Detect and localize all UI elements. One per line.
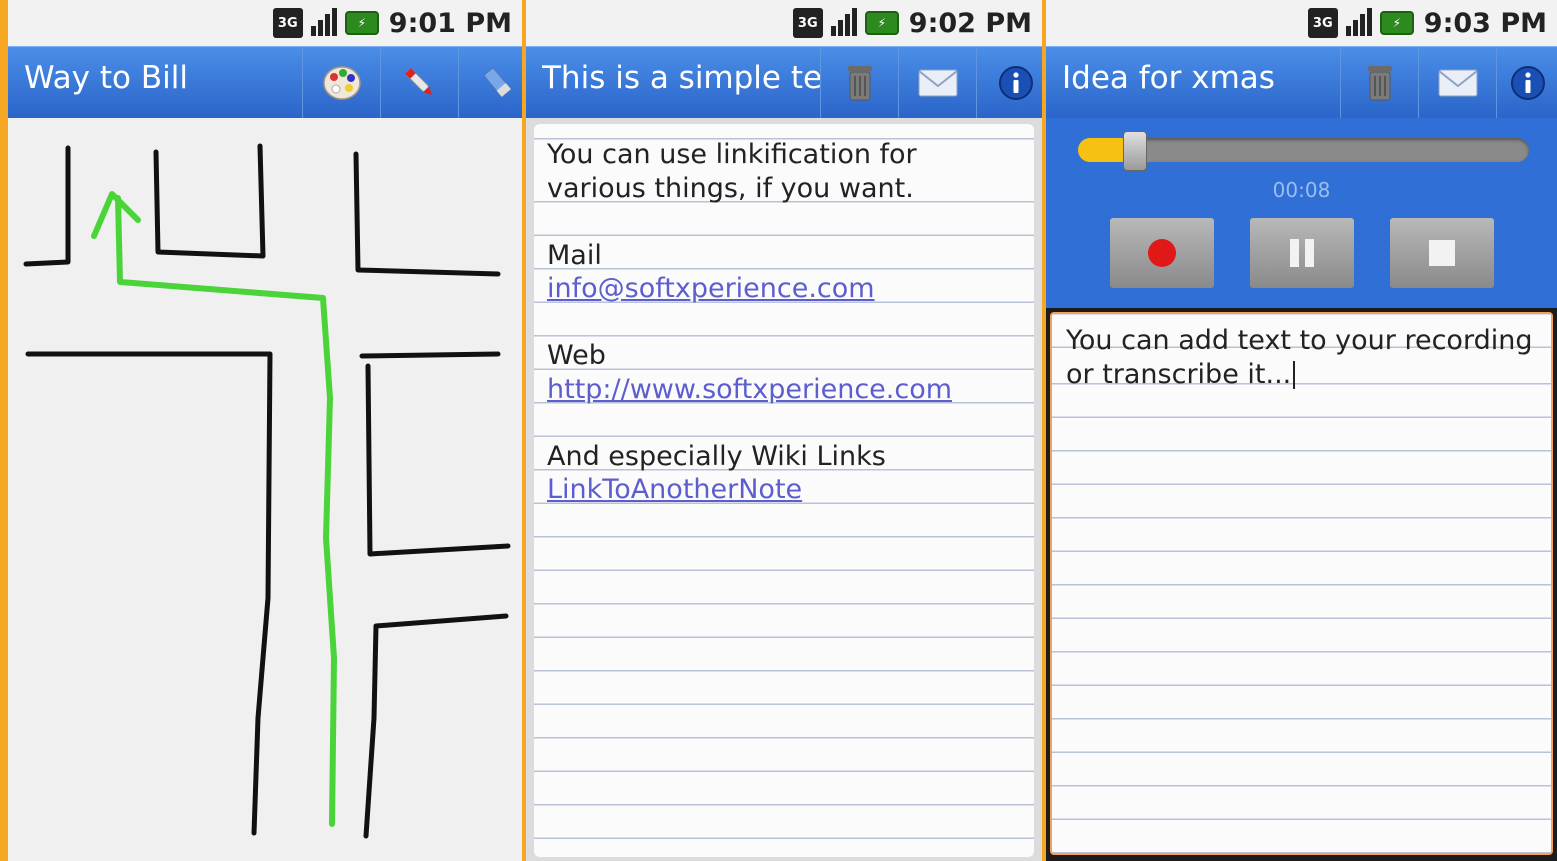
pen-icon bbox=[405, 68, 433, 96]
lined-paper[interactable]: You can use linkification for various th… bbox=[534, 124, 1034, 857]
clock: 9:03 PM bbox=[1423, 7, 1547, 39]
battery-icon: ⚡ bbox=[344, 11, 379, 35]
trash-icon bbox=[1368, 66, 1392, 101]
web-label: Web bbox=[547, 340, 606, 371]
transcription-text: You can add text to your recording or tr… bbox=[1066, 324, 1541, 391]
network-3g-icon: 3G bbox=[792, 8, 823, 38]
note-content: You can use linkification for various th… bbox=[526, 118, 1042, 861]
web-link[interactable]: http://www.softxperience.com bbox=[547, 373, 1024, 407]
note-title: This is a simple te bbox=[542, 60, 820, 96]
sketch-line bbox=[363, 613, 509, 839]
trash-icon bbox=[848, 66, 872, 101]
title-bar: Idea for xmas bbox=[1046, 46, 1557, 119]
palette-icon bbox=[323, 66, 361, 100]
recorder-panel: 00:08 bbox=[1046, 118, 1557, 308]
info-icon bbox=[1510, 66, 1545, 100]
status-bar: 3G ⚡ 9:02 PM bbox=[526, 0, 1042, 46]
sketch-line bbox=[359, 351, 501, 359]
sketch-line bbox=[153, 143, 266, 259]
transcription-value: You can add text to your recording or tr… bbox=[1066, 325, 1533, 390]
note-body: You can use linkification for various th… bbox=[547, 138, 1024, 507]
envelope-icon bbox=[1438, 69, 1478, 97]
drawing-canvas[interactable] bbox=[8, 118, 522, 861]
pause-button[interactable] bbox=[1250, 218, 1354, 288]
send-button[interactable] bbox=[1418, 47, 1497, 119]
playback-seekbar[interactable] bbox=[1078, 131, 1529, 171]
network-3g-icon: 3G bbox=[1307, 8, 1338, 38]
sketch-line bbox=[25, 351, 273, 836]
status-bar: 3G ⚡ 9:03 PM bbox=[1046, 0, 1557, 46]
title-bar: This is a simple te bbox=[526, 46, 1042, 119]
signal-icon bbox=[829, 8, 859, 38]
note-title: Idea for xmas bbox=[1062, 60, 1275, 96]
text-cursor bbox=[1293, 361, 1296, 389]
send-button[interactable] bbox=[898, 47, 977, 119]
stop-icon bbox=[1429, 240, 1455, 266]
note-title: Way to Bill bbox=[24, 60, 188, 96]
transcription-field[interactable]: You can add text to your recording or tr… bbox=[1050, 312, 1553, 855]
battery-icon: ⚡ bbox=[1379, 11, 1414, 35]
wiki-link[interactable]: LinkToAnotherNote bbox=[547, 473, 1024, 507]
record-button[interactable] bbox=[1110, 218, 1214, 288]
eraser-button[interactable] bbox=[458, 47, 522, 119]
sketch-line bbox=[353, 151, 501, 277]
eraser-icon bbox=[484, 67, 511, 97]
clock: 9:02 PM bbox=[908, 7, 1032, 39]
elapsed-time: 00:08 bbox=[1272, 178, 1331, 202]
battery-icon: ⚡ bbox=[864, 11, 899, 35]
title-bar: Way to Bill bbox=[8, 46, 522, 119]
palette-button[interactable] bbox=[302, 47, 381, 119]
mail-link[interactable]: info@softxperience.com bbox=[547, 272, 1024, 306]
delete-button[interactable] bbox=[820, 47, 899, 119]
sketch-line bbox=[365, 363, 511, 557]
signal-icon bbox=[309, 8, 339, 38]
delete-button[interactable] bbox=[1340, 47, 1419, 119]
screenshot-frame: 3G ⚡ 9:01 PM Way to Bill 3G ⚡ 9:02 PM Th… bbox=[0, 0, 1557, 861]
voice-note-screen: 3G ⚡ 9:03 PM Idea for xmas 00:08 You can… bbox=[1046, 0, 1557, 861]
sketch-line bbox=[23, 145, 71, 267]
envelope-icon bbox=[918, 69, 958, 97]
note-intro: You can use linkification for various th… bbox=[547, 139, 917, 204]
seekbar-thumb[interactable] bbox=[1123, 131, 1147, 171]
text-note-screen: 3G ⚡ 9:02 PM This is a simple te You can… bbox=[526, 0, 1042, 861]
info-button[interactable] bbox=[976, 47, 1042, 119]
network-3g-icon: 3G bbox=[272, 8, 303, 38]
map-sketch bbox=[23, 143, 511, 839]
mail-label: Mail bbox=[547, 239, 602, 271]
route-line bbox=[115, 195, 337, 827]
record-icon bbox=[1148, 239, 1176, 267]
signal-icon bbox=[1344, 8, 1374, 38]
stop-button[interactable] bbox=[1390, 218, 1494, 288]
clock: 9:01 PM bbox=[388, 7, 512, 39]
status-bar: 3G ⚡ 9:01 PM bbox=[8, 0, 522, 46]
info-icon bbox=[999, 66, 1033, 100]
info-button[interactable] bbox=[1496, 47, 1557, 119]
pen-button[interactable] bbox=[380, 47, 459, 119]
drawing-screen: 3G ⚡ 9:01 PM Way to Bill bbox=[8, 0, 522, 861]
wiki-label: And especially Wiki Links bbox=[547, 440, 886, 472]
pause-icon bbox=[1290, 239, 1314, 267]
